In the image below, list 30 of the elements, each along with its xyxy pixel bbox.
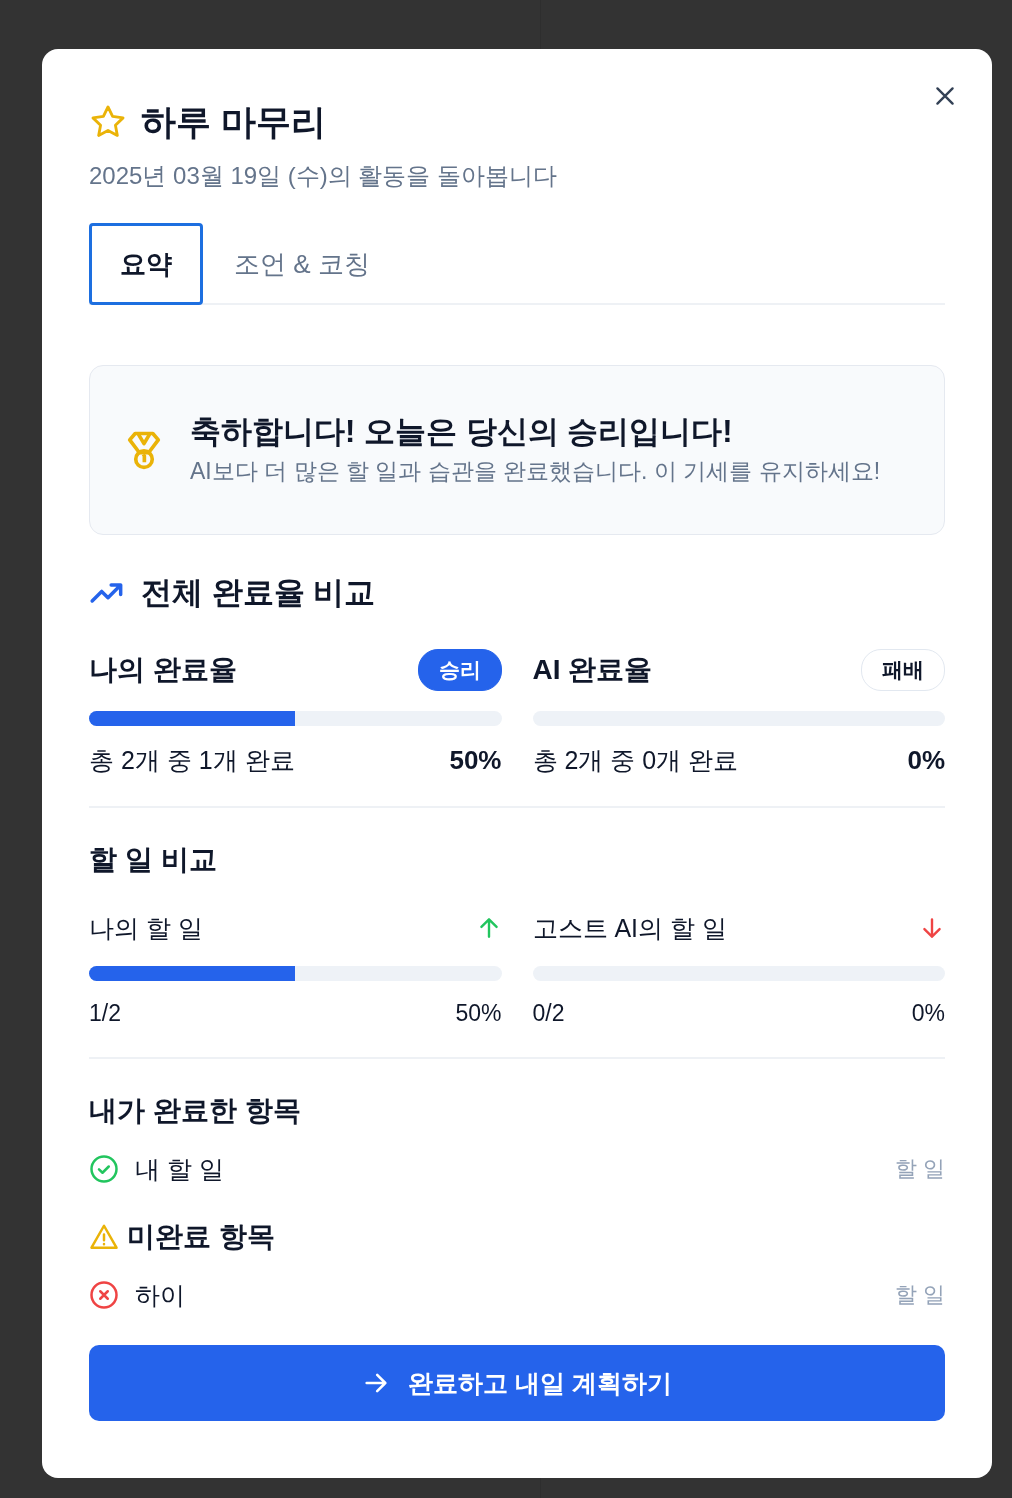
warning-icon xyxy=(89,1222,119,1252)
dialog-subtitle: 2025년 03월 19일 (수)의 활동을 돌아봅니다 xyxy=(89,161,559,191)
tab[interactable]: 조언 & 코칭 xyxy=(203,223,401,305)
tab[interactable]: 요약 xyxy=(89,223,203,305)
todo-label: 나의 할 일 xyxy=(89,913,203,944)
todo-count: 0/2 xyxy=(532,999,565,1028)
completion-percent: 50% xyxy=(449,744,502,776)
todo-label: 고스트 AI의 할 일 xyxy=(532,913,727,944)
rate-label: AI 완료율 xyxy=(532,653,653,687)
item-type: 할 일 xyxy=(894,1155,945,1183)
section-title: 미완료 항목 xyxy=(127,1220,275,1254)
todo-percent: 0% xyxy=(911,999,945,1028)
item-name: 내 할 일 xyxy=(135,1154,224,1185)
completion-detail: 총 2개 중 0개 완료 xyxy=(532,745,739,776)
item-type: 할 일 xyxy=(894,1281,945,1309)
section-title: 할 일 비교 xyxy=(89,843,218,877)
section-title: 전체 완료율 비교 xyxy=(141,574,376,612)
completion-detail: 총 2개 중 1개 완료 xyxy=(89,745,295,776)
result-badge: 승리 xyxy=(417,649,502,691)
todo-count: 1/2 xyxy=(89,999,121,1028)
result-badge: 패배 xyxy=(861,649,945,691)
dialog-title: 하루 마무리 xyxy=(141,101,326,143)
rate-label: 나의 완료율 xyxy=(89,653,237,687)
completion-percent: 0% xyxy=(907,744,945,776)
finish-button[interactable]: 완료하고 내일 계획하기 xyxy=(89,1345,945,1421)
item-name: 하이 xyxy=(135,1280,185,1311)
banner-title: 축하합니다! 오늘은 당신의 승리입니다! xyxy=(190,413,734,451)
section-title: 내가 완료한 항목 xyxy=(89,1094,302,1128)
banner-message: AI보다 더 많은 할 일과 습관을 완료했습니다. 이 기세를 유지하세요! xyxy=(190,457,881,486)
todo-percent: 50% xyxy=(455,999,502,1028)
